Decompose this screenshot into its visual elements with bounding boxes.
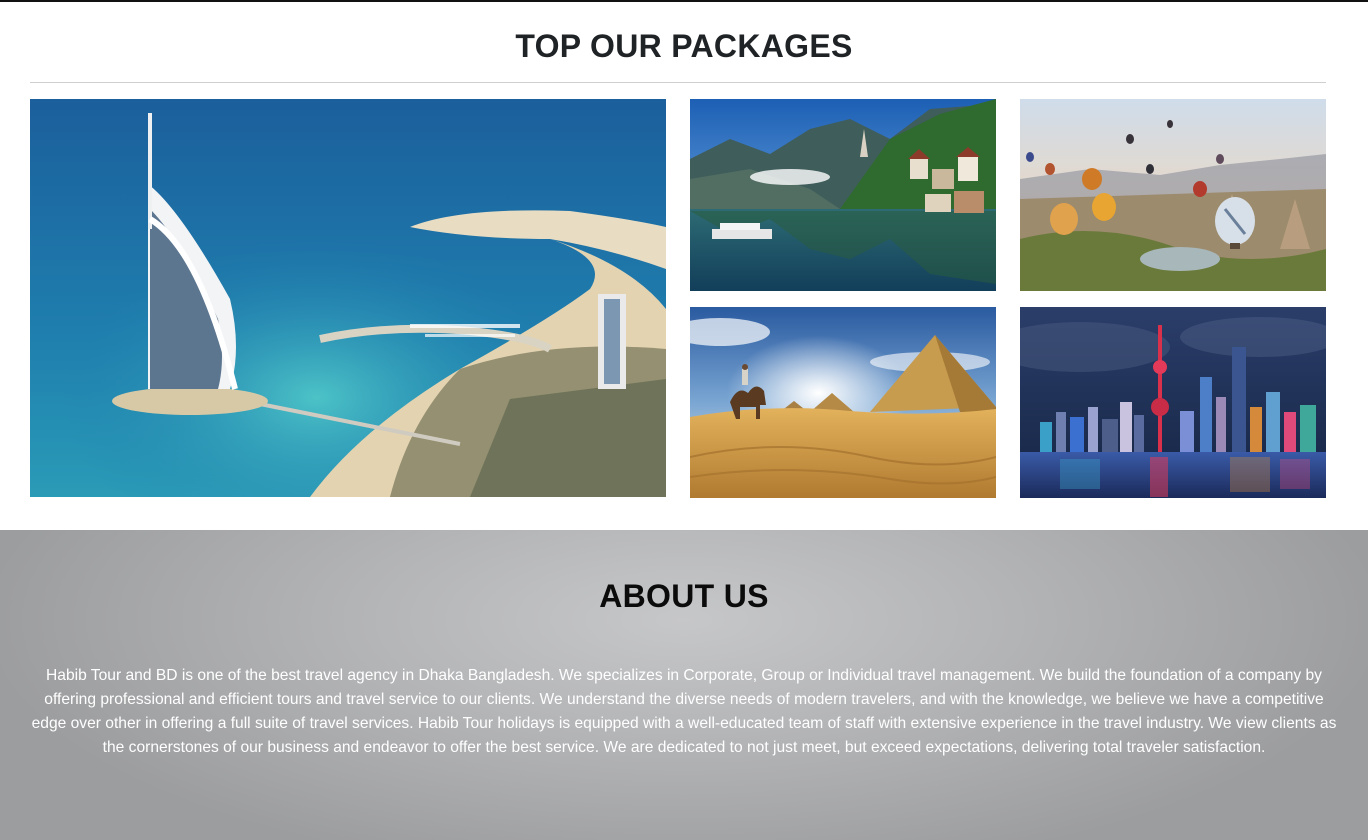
package-image-dubai[interactable] [30, 99, 666, 497]
egypt-photo [690, 307, 996, 498]
alpine-lake-photo [690, 99, 996, 291]
package-image-balloons[interactable] [1020, 99, 1326, 291]
about-title: ABOUT US [599, 578, 769, 614]
package-image-egypt[interactable] [690, 307, 996, 498]
about-body: Habib Tour and BD is one of the best tra… [31, 667, 1337, 756]
top-packages-section: TOP OUR PACKAGES [0, 2, 1368, 530]
packages-divider [30, 82, 1326, 83]
packages-title: TOP OUR PACKAGES [515, 28, 853, 64]
package-image-city-skyline[interactable] [1020, 307, 1326, 498]
dubai-photo [30, 99, 666, 497]
balloons-photo [1020, 99, 1326, 291]
package-image-alpine-lake[interactable] [690, 99, 996, 291]
city-skyline-photo [1020, 307, 1326, 498]
about-us-section: ABOUT US Habib Tour and BD is one of the… [0, 530, 1368, 840]
